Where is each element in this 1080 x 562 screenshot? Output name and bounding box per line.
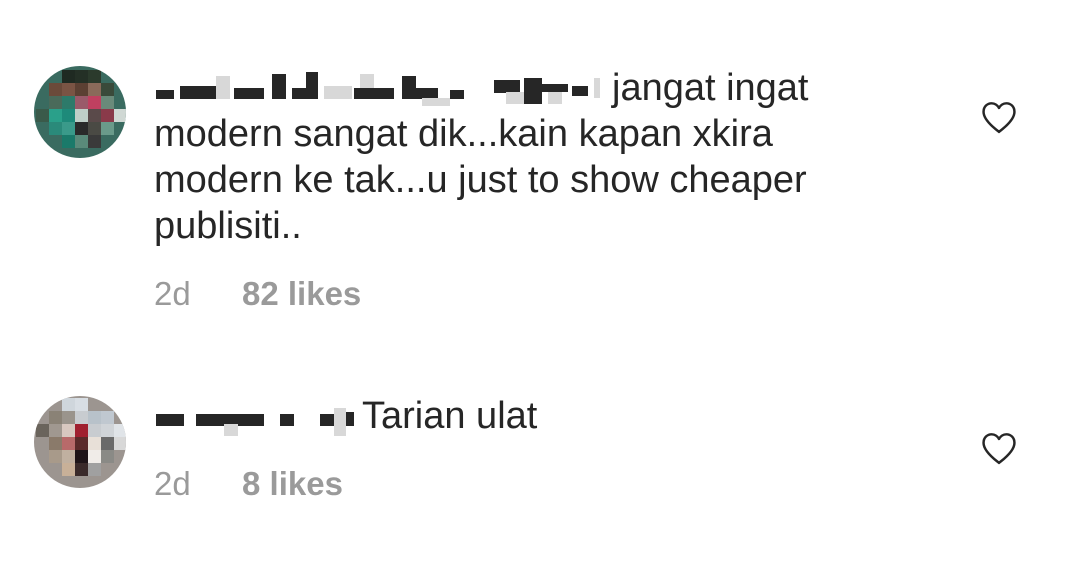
likes-count[interactable]: 82 likes: [242, 275, 361, 312]
comment-time: 2d: [154, 465, 191, 502]
comment-text-line: Tarian ulat: [362, 395, 538, 437]
comment-text-line: jangat ingat: [612, 67, 809, 109]
comment-item: Tarian ulat 2d 8 likes: [0, 390, 1080, 510]
comment-meta: 2d 8 likes: [154, 465, 343, 503]
comment-time: 2d: [154, 275, 191, 312]
comment-text: jangat ingat modern sangat dik...kain ka…: [154, 65, 914, 249]
comment-text-line: publisiti..: [154, 205, 302, 247]
comment-text: Tarian ulat: [154, 393, 914, 439]
username-redacted[interactable]: [154, 70, 612, 106]
heart-outline-icon[interactable]: [980, 432, 1018, 466]
comment-item: jangat ingat modern sangat dik...kain ka…: [0, 60, 1080, 320]
likes-count[interactable]: 8 likes: [242, 465, 343, 502]
comment-text-line: modern ke tak...u just to show cheaper: [154, 159, 807, 201]
comment-meta: 2d 82 likes: [154, 275, 361, 313]
avatar[interactable]: [34, 396, 126, 488]
comment-text-line: modern sangat dik...kain kapan xkira: [154, 113, 773, 155]
heart-outline-icon[interactable]: [980, 101, 1018, 135]
avatar[interactable]: [34, 66, 126, 158]
username-redacted[interactable]: [154, 398, 362, 436]
